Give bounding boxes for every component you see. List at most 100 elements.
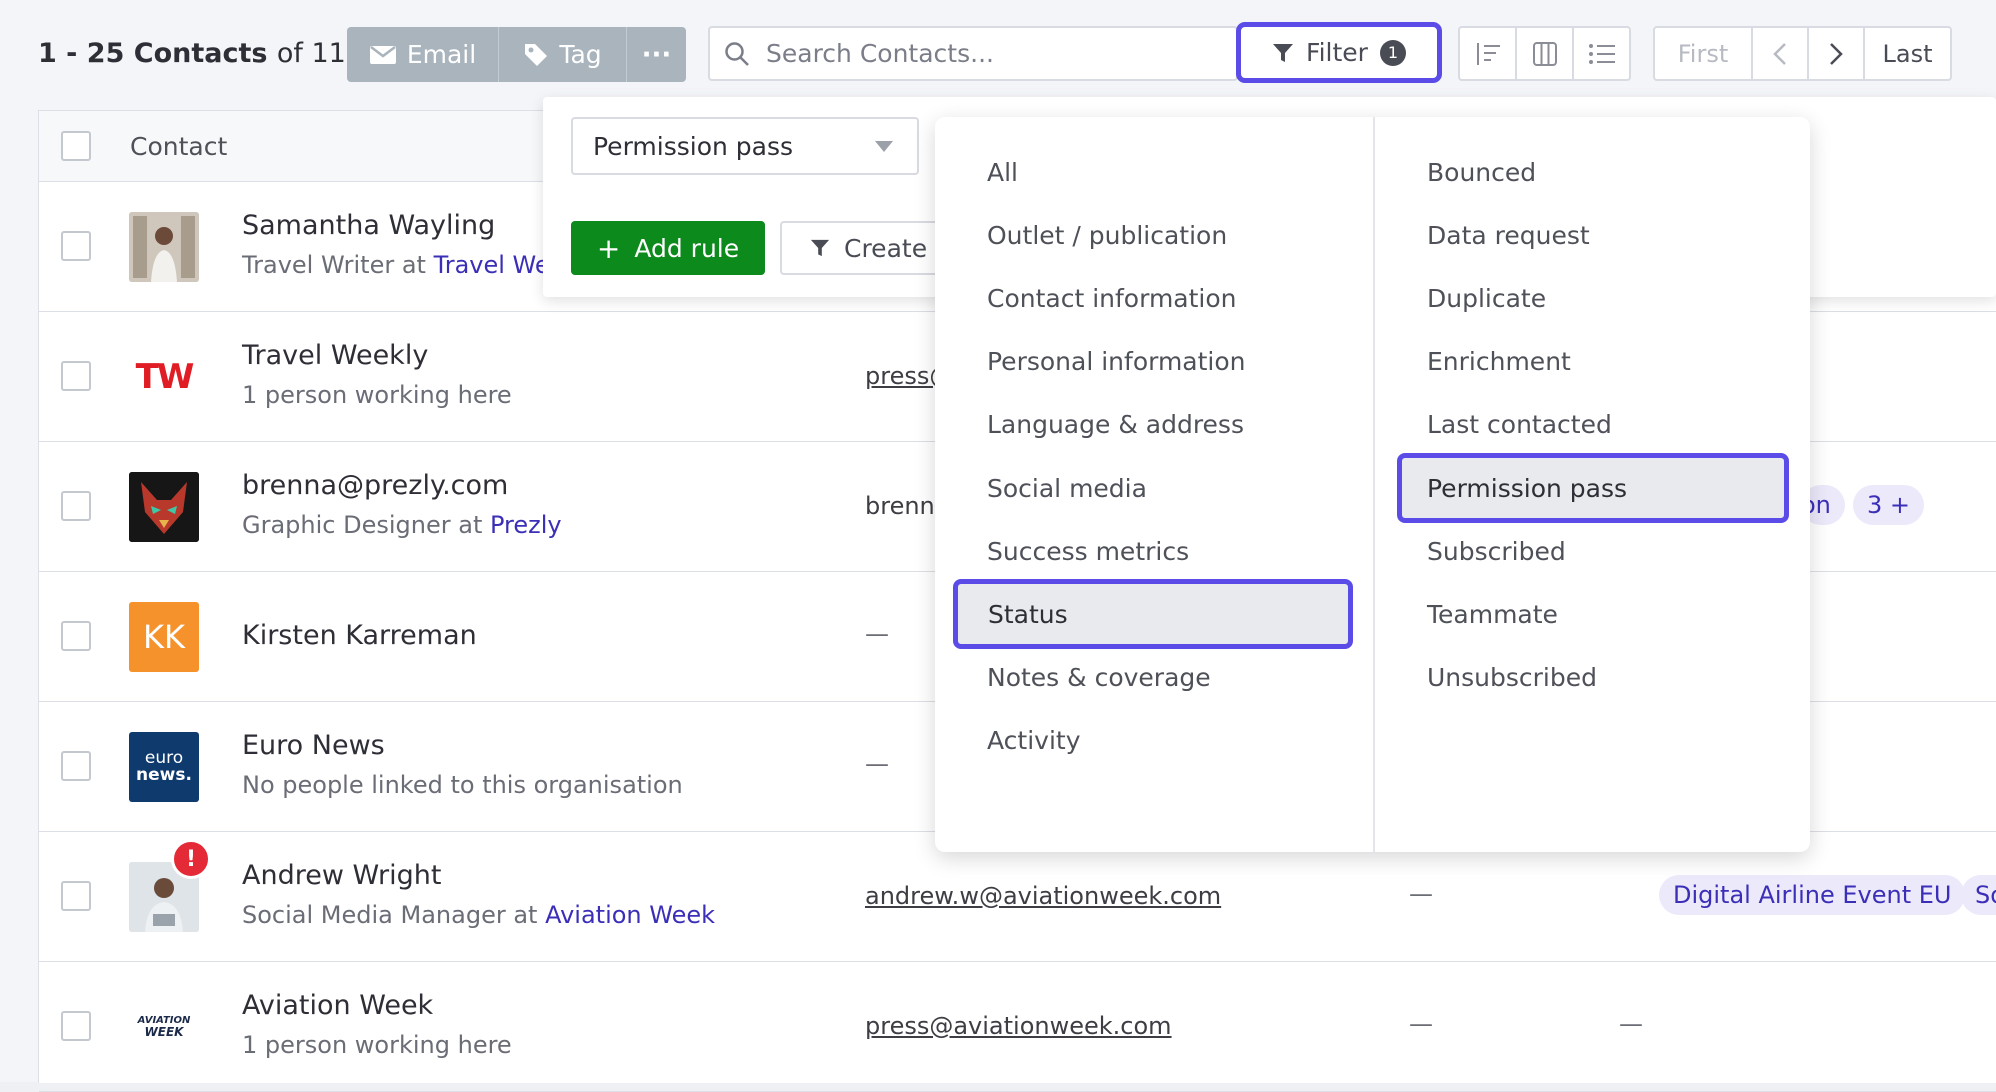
filter-count-badge: 1 xyxy=(1379,39,1406,66)
search-icon xyxy=(725,41,749,66)
email-empty: — xyxy=(865,750,889,778)
row-checkbox[interactable] xyxy=(61,491,91,521)
job-title: Graphic Designer at xyxy=(242,511,490,539)
contact-name[interactable]: Andrew Wright xyxy=(242,860,441,891)
sort-button[interactable] xyxy=(1460,28,1517,79)
columns-button[interactable] xyxy=(1517,28,1574,79)
field-empty: — xyxy=(1409,880,1433,908)
property-item-last-contacted[interactable]: Last contacted xyxy=(1427,393,1827,457)
dropdown-divider xyxy=(1373,117,1375,852)
create-segment-label: Create s xyxy=(844,233,949,263)
outlet-logo: euro news. xyxy=(129,732,199,802)
caret-down-icon xyxy=(875,141,893,152)
add-rule-label: Add rule xyxy=(634,233,740,263)
chevron-left-icon xyxy=(1773,42,1786,65)
category-item-language-address[interactable]: Language & address xyxy=(935,393,1335,457)
travel-weekly-logo-text: TW xyxy=(135,357,195,397)
row-checkbox[interactable] xyxy=(61,231,91,261)
select-all-checkbox[interactable] xyxy=(61,131,91,161)
row-checkbox[interactable] xyxy=(61,881,91,911)
contact-subtitle: 1 person working here xyxy=(242,381,512,409)
column-header-contact: Contact xyxy=(130,132,228,161)
row-checkbox[interactable] xyxy=(61,621,91,651)
row-checkbox[interactable] xyxy=(61,751,91,781)
count-range: 1 - 25 Contacts xyxy=(38,38,268,69)
last-page-button[interactable]: Last xyxy=(1865,28,1950,79)
property-item-subscribed[interactable]: Subscribed xyxy=(1427,519,1827,583)
outlet-link[interactable]: Prezly xyxy=(490,511,562,539)
contact-name[interactable]: Aviation Week xyxy=(242,990,433,1021)
contact-subtitle: Social Media Manager at Aviation Week xyxy=(242,901,715,929)
tag-label: Tag xyxy=(559,40,602,69)
category-item-activity[interactable]: Activity xyxy=(935,709,1335,773)
outlet-logo: AVIATION WEEK xyxy=(129,992,199,1062)
contacts-page: 1 - 25 Contacts of 113 Email Tag ··· Fil… xyxy=(0,0,1996,1092)
contacts-count: 1 - 25 Contacts of 113 xyxy=(38,38,363,69)
property-item-unsubscribed[interactable]: Unsubscribed xyxy=(1427,646,1827,710)
search-input[interactable] xyxy=(764,38,1208,69)
envelope-icon xyxy=(369,45,396,64)
property-item-permission-pass[interactable]: Permission pass xyxy=(1397,453,1789,523)
tag-chip[interactable]: Digital Airline Event EU xyxy=(1659,875,1966,915)
view-options xyxy=(1458,26,1631,81)
job-title: Social Media Manager at xyxy=(242,901,546,929)
filter-label: Filter xyxy=(1306,38,1368,67)
category-item-contact-information[interactable]: Contact information xyxy=(935,266,1335,330)
category-item-notes-coverage[interactable]: Notes & coverage xyxy=(935,646,1335,710)
row-checkbox[interactable] xyxy=(61,1011,91,1041)
avatar xyxy=(129,212,199,282)
outlet-link[interactable]: Aviation Week xyxy=(545,901,715,929)
fox-mask-icon xyxy=(129,472,199,542)
job-title: Travel Writer at xyxy=(242,251,434,279)
field-empty: — xyxy=(1409,1010,1433,1038)
contact-name[interactable]: Euro News xyxy=(242,730,385,761)
field-empty: — xyxy=(1619,1010,1643,1038)
euronews-logo-text-2: news. xyxy=(136,765,192,785)
sort-icon xyxy=(1476,42,1500,65)
first-page-button[interactable]: First xyxy=(1655,28,1753,79)
email-button[interactable]: Email xyxy=(347,27,499,82)
list-view-button[interactable] xyxy=(1574,28,1629,79)
contact-name[interactable]: Samantha Wayling xyxy=(242,210,495,241)
email-label: Email xyxy=(406,40,477,69)
contact-email[interactable]: press@aviationweek.com xyxy=(865,1012,1172,1040)
category-item-all[interactable]: All xyxy=(935,140,1335,204)
category-item-social-media[interactable]: Social media xyxy=(935,456,1335,520)
aviation-week-logo-text-2: WEEK xyxy=(144,1025,184,1039)
person-photo-icon xyxy=(129,212,199,282)
columns-icon xyxy=(1532,41,1557,66)
list-icon xyxy=(1588,43,1615,64)
avatar-initials: KK xyxy=(129,602,199,672)
filter-field-select[interactable]: Permission pass xyxy=(571,117,919,175)
contact-name[interactable]: Travel Weekly xyxy=(242,340,428,371)
outlet-logo: TW xyxy=(129,342,199,412)
property-item-data-request[interactable]: Data request xyxy=(1427,203,1827,267)
plus-icon: + xyxy=(596,231,621,265)
next-page-button[interactable] xyxy=(1809,28,1865,79)
funnel-icon xyxy=(1273,43,1294,62)
property-item-enrichment[interactable]: Enrichment xyxy=(1427,330,1827,394)
email-empty: — xyxy=(865,620,889,648)
property-item-duplicate[interactable]: Duplicate xyxy=(1427,266,1827,330)
property-item-bounced[interactable]: Bounced xyxy=(1427,140,1827,204)
category-item-status[interactable]: Status xyxy=(953,579,1353,650)
category-item-personal-information[interactable]: Personal information xyxy=(935,330,1335,394)
tag-button[interactable]: Tag xyxy=(499,27,627,82)
contact-name[interactable]: Kirsten Karreman xyxy=(242,620,477,651)
category-item-outlet-publication[interactable]: Outlet / publication xyxy=(935,203,1335,267)
contact-name[interactable]: brenna@prezly.com xyxy=(242,470,508,501)
previous-page-button[interactable] xyxy=(1753,28,1809,79)
more-actions-button[interactable]: ··· xyxy=(627,27,686,82)
more-tags-chip[interactable]: 3 + xyxy=(1853,485,1925,525)
row-checkbox[interactable] xyxy=(61,361,91,391)
filter-button[interactable]: Filter 1 xyxy=(1236,22,1442,83)
tag-icon xyxy=(525,43,548,66)
tag-chip[interactable]: Social xyxy=(1961,875,1996,915)
property-item-teammate[interactable]: Teammate xyxy=(1427,582,1827,646)
warning-badge[interactable]: ! xyxy=(171,839,211,879)
table-row[interactable]: AVIATION WEEK Aviation Week 1 person wor… xyxy=(39,962,1996,1092)
avatar xyxy=(129,472,199,542)
category-item-success-metrics[interactable]: Success metrics xyxy=(935,519,1335,583)
contact-email[interactable]: andrew.w@aviationweek.com xyxy=(865,882,1221,910)
add-rule-button[interactable]: + Add rule xyxy=(571,221,765,275)
